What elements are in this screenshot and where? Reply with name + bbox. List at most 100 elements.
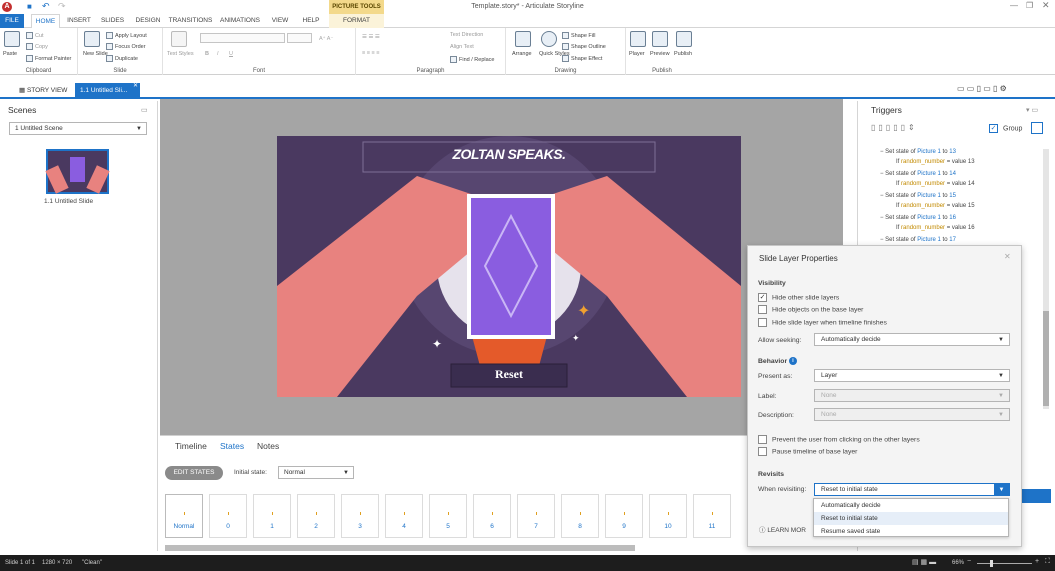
layout-icon[interactable]: ▭ ▭ ▯ ▭ ▯ ⚙ (957, 84, 1007, 93)
hide-when-finishes-option[interactable]: Hide slide layer when timeline finishes (758, 318, 887, 327)
font-size-input[interactable] (287, 33, 312, 43)
trigger-object-link[interactable]: Picture 1 (917, 237, 941, 243)
maximize-icon[interactable]: ❐ (1026, 1, 1033, 10)
option-resume-saved-state[interactable]: Resume saved state (814, 525, 1008, 538)
zoom-slider-thumb[interactable] (990, 560, 993, 567)
tab-states[interactable]: States (220, 441, 244, 451)
collapse-icon[interactable]: ▾ ▭ (1026, 106, 1038, 114)
font-family-input[interactable] (200, 33, 285, 43)
text-styles-button[interactable]: Text Styles (167, 51, 194, 57)
present-as-select[interactable]: Layer ▼ (814, 369, 1010, 382)
slide-thumbnail[interactable] (45, 149, 110, 194)
quick-styles-icon[interactable] (541, 31, 557, 47)
tab-insert[interactable]: INSERT (64, 14, 94, 28)
prevent-click-checkbox[interactable] (758, 435, 767, 444)
shape-effect-button[interactable]: Shape Effect (562, 55, 602, 62)
reset-button[interactable]: Reset (451, 367, 567, 382)
info-icon[interactable]: i (788, 357, 797, 365)
tab-animations[interactable]: ANIMATIONS (218, 14, 262, 28)
learn-more-link[interactable]: ⓘ LEARN MOR (759, 524, 806, 534)
publish-button[interactable]: Publish (674, 51, 692, 57)
option-reset-to-initial-state[interactable]: Reset to initial state (814, 512, 1008, 525)
condition-variable[interactable]: random_number (901, 181, 945, 187)
apply-layout-button[interactable]: Apply Layout (106, 32, 147, 39)
tab-file[interactable]: FILE (0, 14, 24, 28)
state-cell[interactable]: 9 (605, 494, 643, 538)
chevron-down-icon[interactable]: ▼ (994, 484, 1009, 496)
zoom-in-icon[interactable]: + (1035, 558, 1039, 565)
trigger-object-link[interactable]: Picture 1 (917, 149, 941, 155)
state-cell[interactable]: 6 (473, 494, 511, 538)
trigger-condition[interactable]: If random_number = value 13 (896, 159, 975, 165)
player-button[interactable]: Player (629, 51, 645, 57)
trigger-value-link[interactable]: 16 (949, 215, 956, 221)
trigger-value-link[interactable]: 15 (949, 193, 956, 199)
trigger-object-link[interactable]: Picture 1 (917, 215, 941, 221)
underline-button[interactable]: U (229, 51, 233, 57)
horizontal-scrollbar[interactable] (165, 545, 635, 551)
align-icon[interactable]: ≡ ≡ ≡ ≡ (362, 50, 379, 56)
close-tab-icon[interactable]: ✕ (133, 79, 138, 94)
tab-story-view[interactable]: ▦ STORY VIEW (14, 83, 72, 98)
focus-order-button[interactable]: Focus Order (106, 43, 146, 50)
tab-transitions[interactable]: TRANSITIONS (168, 14, 213, 28)
italic-button[interactable]: I (217, 51, 219, 57)
text-styles-icon[interactable] (171, 31, 187, 47)
state-cell[interactable]: 2 (297, 494, 335, 538)
duplicate-button[interactable]: Duplicate (106, 55, 138, 62)
hide-base-objects-checkbox[interactable] (758, 305, 767, 314)
initial-state-select[interactable]: Normal ▼ (278, 466, 354, 479)
trigger-toolbar-icon[interactable]: ▯▯▯▯▯⇕ (871, 123, 918, 132)
text-direction-button[interactable]: Text Direction (450, 32, 483, 38)
format-painter-button[interactable]: Format Painter (26, 55, 71, 62)
trigger-action[interactable]: − Set state of Picture 1 to 13 (880, 149, 956, 155)
tab-slides[interactable]: SLIDES (99, 14, 126, 28)
zoom-slider[interactable] (977, 563, 1032, 564)
pause-timeline-checkbox[interactable] (758, 447, 767, 456)
state-cell[interactable]: 11 (693, 494, 731, 538)
arrange-icon[interactable] (515, 31, 531, 47)
player-icon[interactable] (630, 31, 646, 47)
state-cell[interactable]: 0 (209, 494, 247, 538)
trigger-condition[interactable]: If random_number = value 16 (896, 225, 975, 231)
minimize-icon[interactable]: — (1010, 1, 1018, 10)
paste-button[interactable]: Paste (3, 51, 17, 57)
fit-icon[interactable]: ⛶ (1045, 558, 1050, 566)
pin-icon[interactable]: ▭ (141, 106, 148, 114)
align-text-button[interactable]: Align Text (450, 44, 474, 50)
state-cell[interactable]: 1 (253, 494, 291, 538)
bold-button[interactable]: B (205, 51, 209, 57)
arrange-button[interactable]: Arrange (512, 51, 532, 57)
trigger-scroll-thumb[interactable] (1043, 311, 1049, 406)
zoom-out-icon[interactable]: − (967, 558, 971, 565)
tab-design[interactable]: DESIGN (133, 14, 163, 28)
trigger-object-link[interactable]: Picture 1 (917, 193, 941, 199)
trigger-action[interactable]: − Set state of Picture 1 to 14 (880, 171, 956, 177)
trigger-condition[interactable]: If random_number = value 15 (896, 203, 975, 209)
allow-seeking-select[interactable]: Automatically decide ▼ (814, 333, 1010, 346)
hide-when-finishes-checkbox[interactable] (758, 318, 767, 327)
bullets-icon[interactable]: ☰ ☰ ☰ (362, 34, 380, 40)
shape-fill-button[interactable]: Shape Fill (562, 32, 595, 39)
close-icon[interactable]: ✕ (1042, 0, 1050, 11)
preview-button[interactable]: Preview (650, 51, 670, 57)
state-cell[interactable]: Normal (165, 494, 203, 538)
state-cell[interactable]: 10 (649, 494, 687, 538)
prevent-click-option[interactable]: Prevent the user from clicking on the ot… (758, 435, 920, 444)
tab-view[interactable]: VIEW (269, 14, 291, 28)
copy-button[interactable]: Copy (26, 43, 48, 50)
trigger-panel-icon[interactable] (1031, 122, 1043, 134)
edit-states-button[interactable]: EDIT STATES (165, 466, 223, 480)
grow-font-icon[interactable]: A⁺ A⁻ (319, 36, 333, 42)
when-revisiting-select[interactable]: Reset to initial state ▼ (814, 483, 1010, 496)
trigger-value-link[interactable]: 17 (949, 237, 956, 243)
tab-timeline[interactable]: Timeline (175, 441, 207, 451)
tab-home[interactable]: HOME (31, 14, 60, 29)
hide-other-layers-checkbox[interactable]: ✓ (758, 293, 767, 302)
dialog-close-icon[interactable]: ✕ (1004, 252, 1011, 261)
condition-variable[interactable]: random_number (901, 225, 945, 231)
condition-variable[interactable]: random_number (901, 159, 945, 165)
pause-timeline-option[interactable]: Pause timeline of base layer (758, 447, 857, 456)
state-cell[interactable]: 3 (341, 494, 379, 538)
trigger-action[interactable]: − Set state of Picture 1 to 16 (880, 215, 956, 221)
